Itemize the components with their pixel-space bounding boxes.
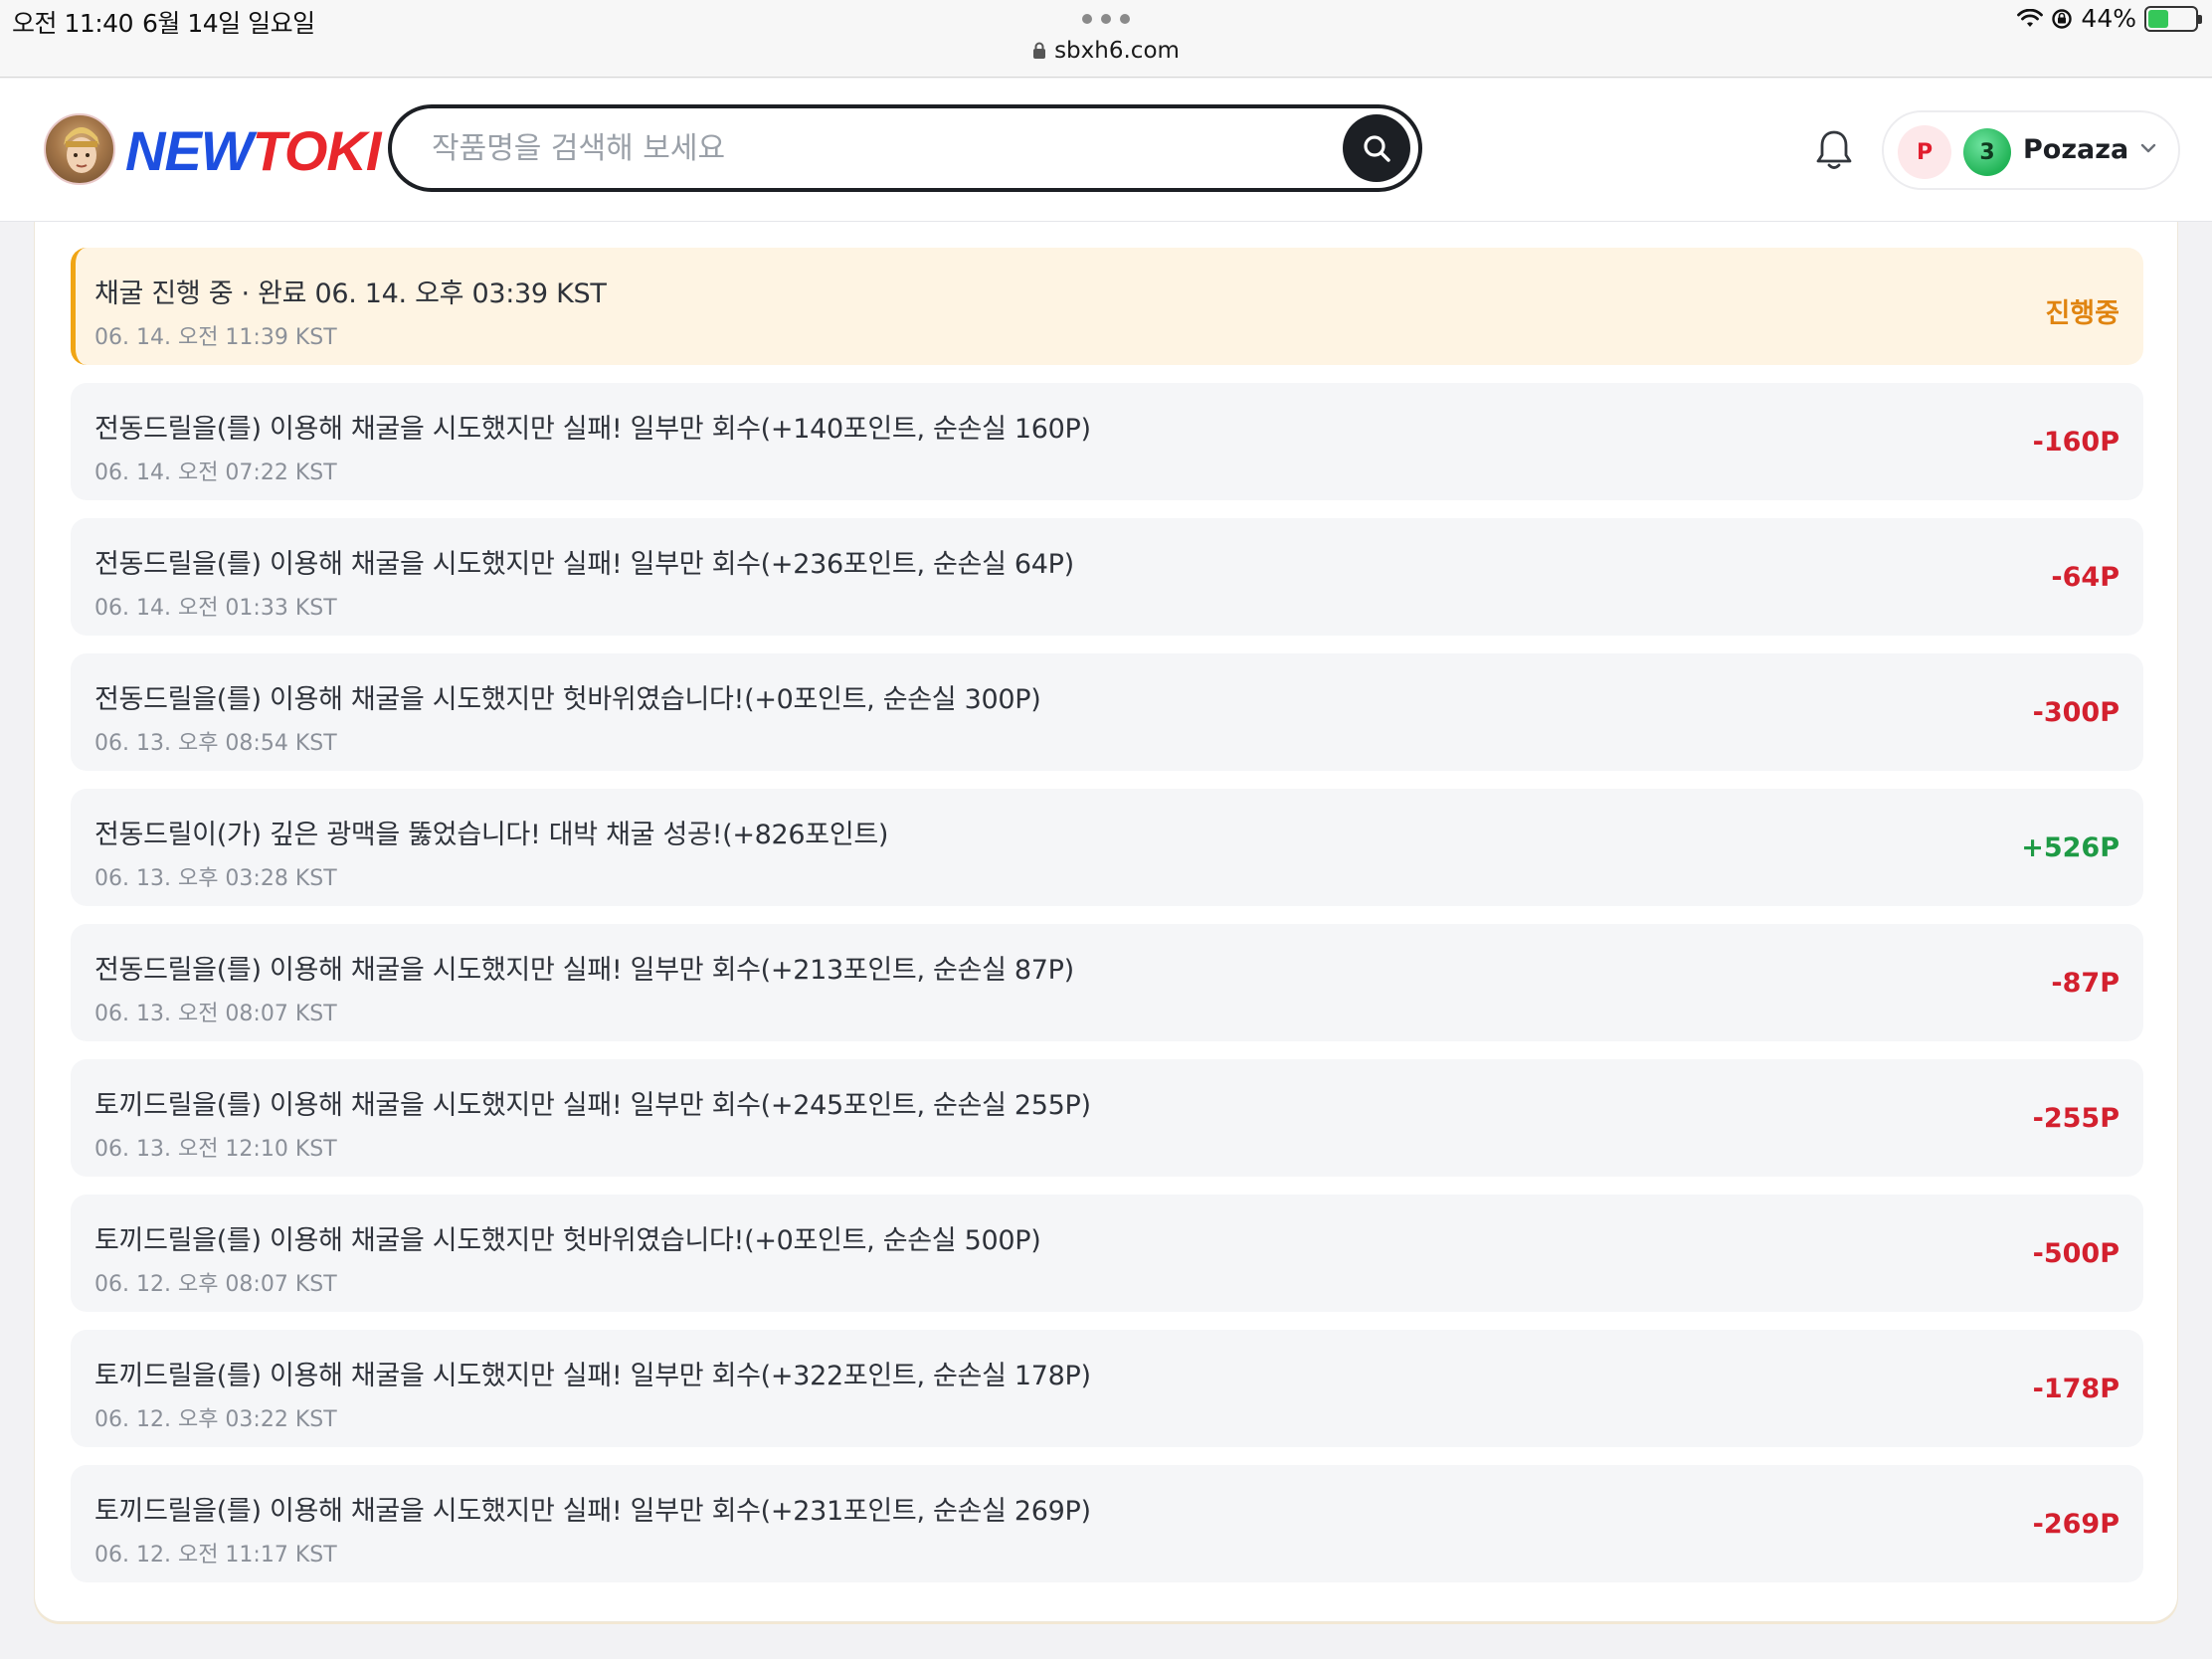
history-timestamp: 06. 13. 오후 03:28 KST bbox=[94, 866, 337, 891]
point-change: -300P bbox=[2032, 697, 2120, 728]
history-timestamp: 06. 13. 오전 08:07 KST bbox=[94, 1002, 337, 1026]
address-bar[interactable]: sbxh6.com bbox=[0, 38, 2212, 64]
history-row[interactable]: 전동드릴을(를) 이용해 채굴을 시도했지만 실패! 일부만 회수(+236포인… bbox=[71, 518, 2143, 636]
username: Pozaza bbox=[2023, 134, 2129, 165]
point-change: -64P bbox=[2051, 562, 2120, 593]
search-bar bbox=[388, 104, 1422, 192]
history-row-in-progress[interactable]: 채굴 진행 중 · 완료 06. 14. 오후 03:39 KST 06. 14.… bbox=[71, 248, 2143, 365]
history-timestamp: 06. 14. 오전 01:33 KST bbox=[94, 596, 337, 621]
history-row[interactable]: 전동드릴을(를) 이용해 채굴을 시도했지만 실패! 일부만 회수(+140포인… bbox=[71, 383, 2143, 500]
history-timestamp: 06. 14. 오전 07:22 KST bbox=[94, 461, 337, 485]
history-row[interactable]: 전동드릴을(를) 이용해 채굴을 시도했지만 실패! 일부만 회수(+213포인… bbox=[71, 924, 2143, 1041]
rotation-lock-icon bbox=[2052, 8, 2073, 29]
history-row[interactable]: 토끼드릴을(를) 이용해 채굴을 시도했지만 실패! 일부만 회수(+231포인… bbox=[71, 1465, 2143, 1582]
point-change: -178P bbox=[2032, 1374, 2120, 1404]
history-message: 전동드릴을(를) 이용해 채굴을 시도했지만 헛바위였습니다!(+0포인트, 순… bbox=[94, 684, 1041, 715]
point-change: -87P bbox=[2051, 968, 2120, 999]
history-message: 토끼드릴을(를) 이용해 채굴을 시도했지만 헛바위였습니다!(+0포인트, 순… bbox=[94, 1225, 1041, 1256]
mining-history-list: 채굴 진행 중 · 완료 06. 14. 오후 03:39 KST 06. 14.… bbox=[71, 248, 2143, 1600]
history-row[interactable]: 전동드릴을(를) 이용해 채굴을 시도했지만 헛바위였습니다!(+0포인트, 순… bbox=[71, 653, 2143, 771]
point-change: -160P bbox=[2032, 427, 2120, 458]
history-message: 전동드릴이(가) 깊은 광맥을 뚫었습니다! 대박 채굴 성공!(+826포인트… bbox=[94, 820, 889, 850]
status-time: 오전 11:40 bbox=[12, 9, 134, 38]
status-date: 6월 14일 일요일 bbox=[142, 9, 315, 38]
points-badge: P bbox=[1898, 125, 1951, 179]
point-change: -500P bbox=[2032, 1238, 2120, 1269]
history-timestamp: 06. 13. 오전 12:10 KST bbox=[94, 1137, 337, 1162]
more-dots-icon[interactable] bbox=[1082, 14, 1130, 24]
history-timestamp: 06. 12. 오후 08:07 KST bbox=[94, 1272, 337, 1297]
status-icons: 44% bbox=[2017, 4, 2202, 33]
lock-icon bbox=[1033, 42, 1046, 59]
bell-icon[interactable] bbox=[1814, 128, 1854, 172]
history-message: 토끼드릴을(를) 이용해 채굴을 시도했지만 실패! 일부만 회수(+322포인… bbox=[94, 1361, 1091, 1391]
user-menu-button[interactable]: P 3 Pozaza bbox=[1882, 110, 2180, 190]
history-message: 전동드릴을(를) 이용해 채굴을 시도했지만 실패! 일부만 회수(+140포인… bbox=[94, 414, 1091, 445]
search-icon bbox=[1364, 135, 1390, 162]
point-change: -269P bbox=[2032, 1509, 2120, 1540]
history-message: 토끼드릴을(를) 이용해 채굴을 시도했지만 실패! 일부만 회수(+245포인… bbox=[94, 1090, 1091, 1121]
history-message: 전동드릴을(를) 이용해 채굴을 시도했지만 실패! 일부만 회수(+213포인… bbox=[94, 955, 1074, 986]
status-badge: 진행중 bbox=[2045, 298, 2120, 329]
logo-mascot-image[interactable] bbox=[44, 113, 115, 185]
history-timestamp: 06. 14. 오전 11:39 KST bbox=[94, 325, 337, 350]
battery-percent: 44% bbox=[2081, 4, 2136, 33]
history-message: 토끼드릴을(를) 이용해 채굴을 시도했지만 실패! 일부만 회수(+231포인… bbox=[94, 1496, 1091, 1527]
history-row[interactable]: 토끼드릴을(를) 이용해 채굴을 시도했지만 헛바위였습니다!(+0포인트, 순… bbox=[71, 1195, 2143, 1312]
url-text: sbxh6.com bbox=[1054, 38, 1180, 64]
wifi-icon bbox=[2017, 8, 2044, 27]
site-logo[interactable]: NEWTOKI bbox=[125, 118, 382, 183]
point-change: -255P bbox=[2032, 1103, 2120, 1134]
battery-icon bbox=[2144, 5, 2202, 32]
history-row[interactable]: 토끼드릴을(를) 이용해 채굴을 시도했지만 실패! 일부만 회수(+322포인… bbox=[71, 1330, 2143, 1447]
history-timestamp: 06. 13. 오후 08:54 KST bbox=[94, 731, 337, 756]
history-timestamp: 06. 12. 오전 11:17 KST bbox=[94, 1543, 337, 1567]
search-button[interactable] bbox=[1343, 114, 1410, 182]
history-row[interactable]: 토끼드릴을(를) 이용해 채굴을 시도했지만 실패! 일부만 회수(+245포인… bbox=[71, 1059, 2143, 1177]
history-row[interactable]: 전동드릴이(가) 깊은 광맥을 뚫었습니다! 대박 채굴 성공!(+826포인트… bbox=[71, 789, 2143, 906]
chevron-down-icon bbox=[2140, 143, 2156, 153]
history-message: 채굴 진행 중 · 완료 06. 14. 오후 03:39 KST bbox=[94, 278, 607, 309]
history-timestamp: 06. 12. 오후 03:22 KST bbox=[94, 1407, 337, 1432]
browser-status-bar: 오전 11:40 6월 14일 일요일 sbxh6.com 44% bbox=[0, 0, 2212, 78]
logo-toki: TOKI bbox=[252, 119, 382, 182]
point-change: +526P bbox=[2021, 832, 2120, 863]
site-header: NEWTOKI P 3 Pozaza bbox=[0, 79, 2212, 222]
logo-new: NEW bbox=[125, 119, 254, 182]
search-input[interactable] bbox=[432, 124, 1307, 172]
level-badge: 3 bbox=[1963, 128, 2011, 176]
history-message: 전동드릴을(를) 이용해 채굴을 시도했지만 실패! 일부만 회수(+236포인… bbox=[94, 549, 1074, 580]
mining-history-panel: 채굴 진행 중 · 완료 06. 14. 오후 03:39 KST 06. 14.… bbox=[34, 222, 2178, 1622]
